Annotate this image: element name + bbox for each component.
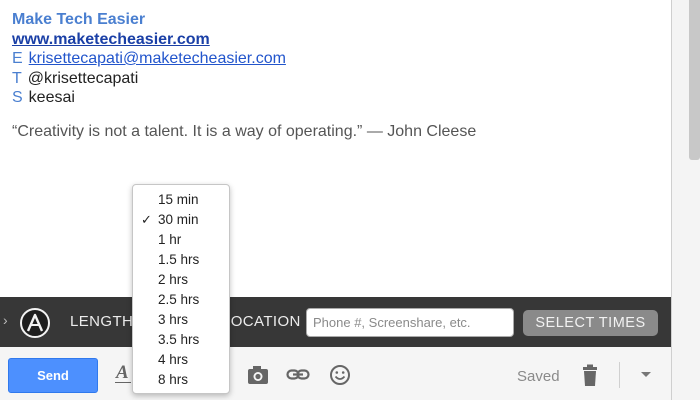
signature-letter-t: T (12, 69, 22, 87)
duration-option-label: 4 hrs (158, 352, 189, 367)
select-times-button[interactable]: SELECT TIMES (523, 310, 658, 336)
duration-option-label: 1.5 hrs (158, 252, 200, 267)
duration-option-label: 8 hrs (158, 372, 189, 387)
toolbar-divider (619, 362, 620, 388)
duration-option[interactable]: 3.5 hrs (133, 330, 229, 350)
signature-twitter-handle: @krisettecapati (27, 69, 139, 87)
signature-website-link[interactable]: www.maketecheasier.com (12, 30, 286, 50)
duration-option[interactable]: 1.5 hrs (133, 250, 229, 270)
saved-status: Saved (517, 368, 560, 385)
duration-option-label: 3 hrs (158, 312, 189, 327)
signature-skype-handle: keesai (28, 89, 75, 106)
duration-option-label: 3.5 hrs (158, 332, 200, 347)
compose-window: Make Tech Easier www.maketecheasier.com … (0, 0, 672, 400)
duration-option-label: 2 hrs (158, 272, 189, 287)
duration-option[interactable]: 15 min (133, 190, 229, 210)
duration-option[interactable]: 8 hrs (133, 370, 229, 390)
duration-option[interactable]: 2 hrs (133, 270, 229, 290)
duration-option[interactable]: ✓ 30 min (133, 210, 229, 230)
scrollbar-thumb[interactable] (689, 0, 700, 160)
trash-icon[interactable] (580, 364, 600, 388)
duration-option[interactable]: 3 hrs (133, 310, 229, 330)
signature-email-link[interactable]: krisettecapati@maketecheasier.com (29, 50, 286, 67)
more-options-caret-icon[interactable] (641, 372, 651, 377)
checkmark-icon: ✓ (141, 212, 152, 227)
duration-option-label: 15 min (158, 192, 199, 207)
duration-option[interactable]: 1 hr (133, 230, 229, 250)
emoji-icon[interactable] (329, 364, 351, 386)
email-signature: Make Tech Easier www.maketecheasier.com … (12, 10, 286, 108)
send-button[interactable]: Send (8, 358, 98, 393)
location-label: LOCATION (222, 313, 301, 330)
signature-email-row: Ekrisettecapati@maketecheasier.com (12, 49, 286, 69)
duration-option-label: 1 hr (158, 232, 182, 247)
location-input[interactable] (306, 308, 514, 337)
signature-letter-s: S (12, 89, 23, 106)
link-icon[interactable] (286, 364, 310, 386)
signature-name: Make Tech Easier (12, 11, 146, 28)
text-format-icon[interactable]: A (115, 362, 131, 384)
length-label[interactable]: LENGTH (70, 313, 133, 330)
duration-option-label: 2.5 hrs (158, 292, 200, 307)
signature-quote: “Creativity is not a talent. It is a way… (12, 123, 477, 140)
duration-option[interactable]: 2.5 hrs (133, 290, 229, 310)
signature-twitter-row: T @krisettecapati (12, 69, 286, 89)
duration-option-label: 30 min (158, 212, 199, 227)
duration-option[interactable]: 4 hrs (133, 350, 229, 370)
chevron-right-icon[interactable]: › (3, 312, 8, 328)
signature-skype-row: Skeesai (12, 88, 286, 108)
signature-letter-e: E (12, 50, 23, 67)
camera-icon[interactable] (246, 364, 270, 386)
a-logo-icon[interactable] (20, 308, 50, 338)
duration-dropdown: 15 min ✓ 30 min 1 hr 1.5 hrs 2 hrs 2.5 hrs 3 hr… (132, 184, 230, 394)
